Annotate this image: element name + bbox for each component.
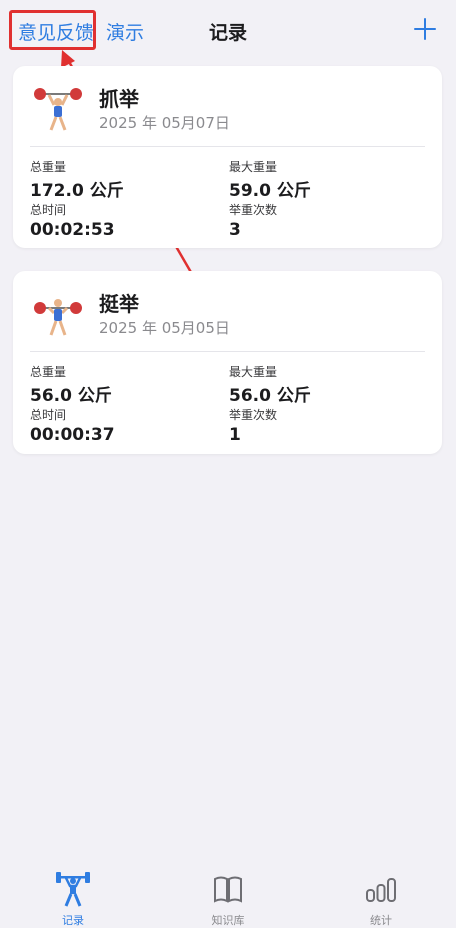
divider [30,146,425,147]
tab-label: 统计 [370,914,392,927]
record-card-header: 挺举 2025 年 05月05日 [13,271,442,351]
max-weight-label: 最大重量 [229,365,278,379]
weightlifter-icon [34,299,82,336]
total-weight-value: 172.0 公斤 [30,181,124,201]
total-weight-label: 总重量 [30,365,67,379]
total-weight-value: 56.0 公斤 [30,386,112,406]
bar-chart-icon [366,878,396,902]
navigation-bar: 意见反馈 演示 记录 [0,0,456,64]
total-time-value: 00:00:37 [30,425,115,445]
total-weight-label: 总重量 [30,160,67,174]
exercise-title: 挺举 [99,292,139,316]
total-time-value: 00:02:53 [30,220,115,240]
book-icon [214,876,242,903]
plus-icon[interactable] [414,18,436,40]
record-card-header: 抓举 2025 年 05月07日 [13,66,442,146]
max-weight-value: 59.0 公斤 [229,181,311,201]
exercise-date: 2025 年 05月07日 [99,114,230,132]
max-weight-label: 最大重量 [229,160,278,174]
tab-bar: 记录 知识库 统计 [0,860,456,928]
total-time-label: 总时间 [30,203,67,217]
lift-count-value: 3 [229,220,241,240]
tab-stats[interactable]: 统计 [341,870,421,928]
exercise-date: 2025 年 05月05日 [99,319,230,337]
weightlifting-icon [56,872,90,907]
tab-label: 记录 [62,914,84,927]
tab-label: 知识库 [211,914,245,927]
weightlifter-icon [34,88,82,131]
record-card[interactable]: 抓举 2025 年 05月07日 总重量 172.0 公斤 最大重量 59.0 … [13,66,442,248]
lift-count-value: 1 [229,425,241,445]
total-time-label: 总时间 [30,408,67,422]
tab-knowledge[interactable]: 知识库 [188,870,268,928]
tab-records[interactable]: 记录 [33,870,113,928]
record-card[interactable]: 挺举 2025 年 05月05日 总重量 56.0 公斤 最大重量 56.0 公… [13,271,442,454]
lift-count-label: 举重次数 [229,203,278,217]
divider [30,351,425,352]
lift-count-label: 举重次数 [229,408,278,422]
exercise-title: 抓举 [99,87,139,111]
max-weight-value: 56.0 公斤 [229,386,311,406]
page-title: 记录 [208,22,247,44]
